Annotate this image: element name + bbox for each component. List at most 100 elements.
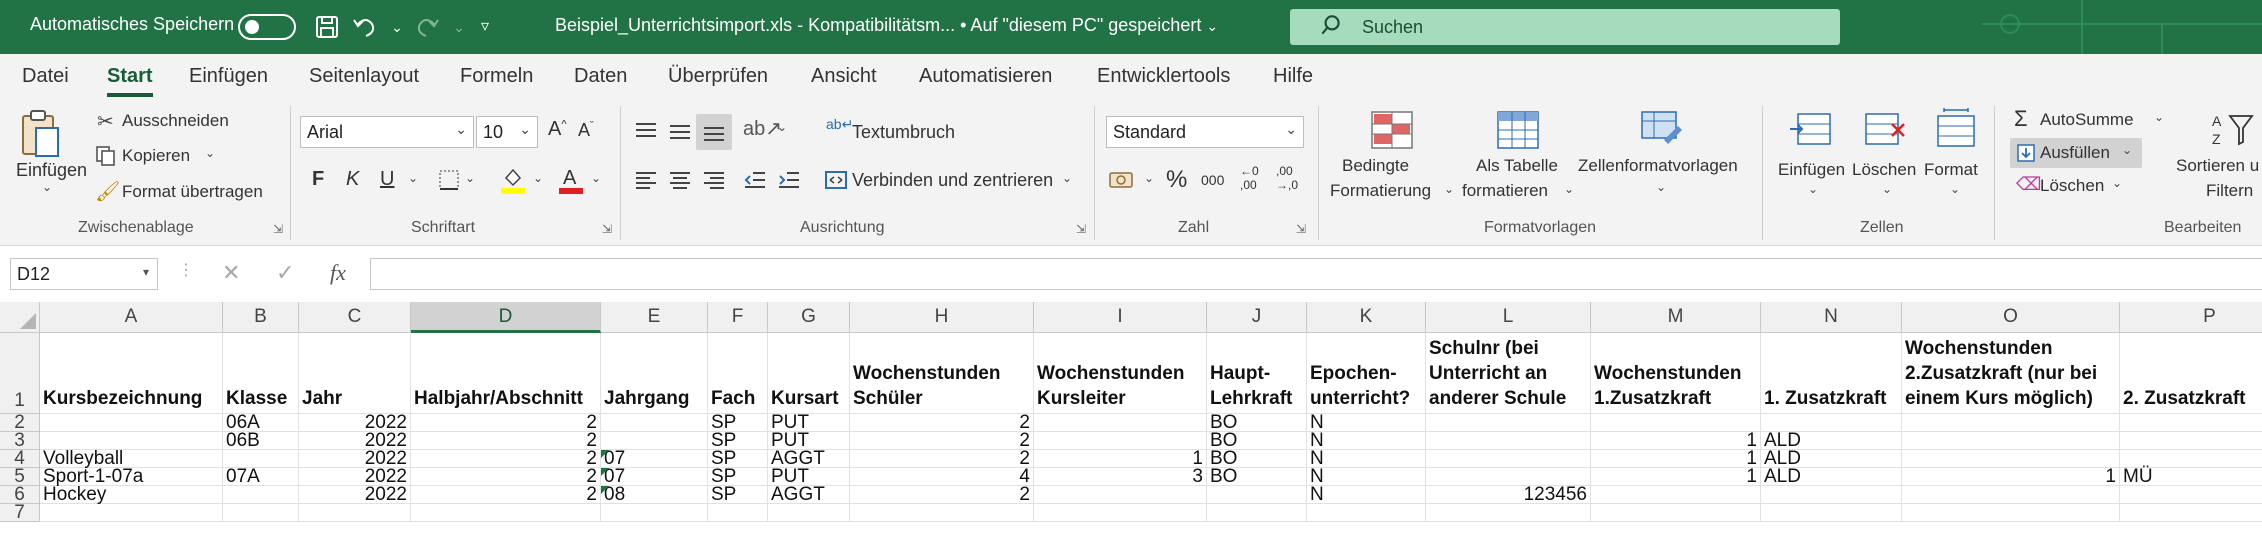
font-color-icon[interactable]: A	[558, 164, 584, 194]
format-as-table-icon[interactable]	[1496, 110, 1540, 150]
increase-decimal-icon[interactable]: ←0,00	[1240, 164, 1259, 192]
table-cell[interactable]: N	[1307, 449, 1426, 468]
table-cell[interactable]	[40, 414, 223, 432]
column-header-e[interactable]: E	[601, 302, 708, 333]
tab-entwicklertools[interactable]: Entwicklertools	[1097, 65, 1230, 88]
table-cell[interactable]: 2	[850, 413, 1034, 432]
insert-function-icon[interactable]: fx	[330, 260, 346, 286]
table-cell[interactable]	[601, 504, 708, 522]
table-cell[interactable]: 2	[850, 485, 1034, 504]
column-header-p[interactable]: P	[2120, 302, 2262, 333]
table-cell[interactable]	[1426, 450, 1591, 468]
table-cell[interactable]	[1902, 414, 2120, 432]
header-cell[interactable]: Wochenstunden Kursleiter	[1034, 333, 1207, 414]
paste-icon[interactable]	[20, 108, 60, 158]
align-bottom-icon[interactable]	[702, 120, 726, 144]
fill-color-icon[interactable]	[500, 164, 526, 194]
table-cell[interactable]	[1034, 432, 1207, 450]
table-cell[interactable]	[1034, 504, 1207, 522]
table-cell[interactable]	[1426, 432, 1591, 450]
table-cell[interactable]: 3	[1034, 467, 1207, 486]
cell-styles-icon[interactable]	[1640, 110, 1684, 150]
header-cell[interactable]: Halbjahr/Abschnitt	[411, 333, 601, 414]
table-cell[interactable]	[299, 504, 411, 522]
table-cell[interactable]: ALD	[1761, 467, 1902, 486]
undo-icon[interactable]	[350, 12, 380, 42]
table-cell[interactable]	[601, 414, 708, 432]
table-cell[interactable]: 1	[1902, 467, 2120, 486]
tab-daten[interactable]: Daten	[574, 65, 627, 88]
header-cell[interactable]: Kursart	[768, 333, 850, 414]
format-as-table-label-1[interactable]: Als Tabelle	[1476, 156, 1558, 176]
table-cell[interactable]	[40, 504, 223, 522]
table-cell[interactable]: 2	[850, 431, 1034, 450]
autosum-chevron-icon[interactable]: ⌄	[2154, 110, 2164, 124]
align-center-icon[interactable]	[668, 168, 692, 192]
table-cell[interactable]: 1	[1591, 467, 1761, 486]
table-cell[interactable]: AGGT	[768, 485, 850, 504]
table-cell[interactable]	[1426, 414, 1591, 432]
underline-button[interactable]: U	[380, 168, 394, 191]
clear-chevron-icon[interactable]: ⌄	[2112, 176, 2122, 190]
font-launcher-icon[interactable]: ⇲	[602, 222, 612, 236]
bold-button[interactable]: F	[312, 168, 324, 191]
table-cell[interactable]	[223, 486, 299, 504]
search-box[interactable]: Suchen	[1290, 9, 1840, 45]
delete-cells-label[interactable]: Löschen	[1852, 160, 1916, 180]
borders-icon[interactable]	[437, 168, 461, 192]
cell-styles-chevron-icon[interactable]: ⌄	[1656, 180, 1666, 194]
name-box[interactable]: D12 ▾	[10, 258, 158, 290]
table-cell[interactable]: N	[1307, 467, 1426, 486]
table-cell[interactable]: 1	[1591, 431, 1761, 450]
underline-chevron-icon[interactable]: ⌄	[408, 171, 418, 185]
header-cell[interactable]: 2. Zusatzkraft	[2120, 333, 2262, 414]
currency-icon[interactable]	[1108, 168, 1138, 192]
merge-chevron-icon[interactable]: ⌄	[1062, 171, 1072, 185]
number-launcher-icon[interactable]: ⇲	[1296, 222, 1306, 236]
format-painter-label[interactable]: Format übertragen	[122, 182, 263, 202]
table-cell[interactable]: 4	[850, 467, 1034, 486]
table-cell[interactable]: 1	[1591, 449, 1761, 468]
table-cell[interactable]	[411, 504, 601, 522]
table-cell[interactable]: 2	[411, 431, 601, 450]
paste-label[interactable]: Einfügen	[16, 160, 87, 181]
wrap-text-icon[interactable]: ab↵	[826, 116, 853, 133]
table-cell[interactable]	[1761, 486, 1902, 504]
format-cells-icon[interactable]	[1934, 106, 1978, 150]
align-middle-icon[interactable]	[668, 120, 692, 144]
table-cell[interactable]: 1	[1034, 449, 1207, 468]
merge-center-icon[interactable]	[824, 168, 848, 192]
column-header-k[interactable]: K	[1307, 302, 1426, 333]
select-all-button[interactable]	[0, 302, 40, 333]
table-cell[interactable]: 07A	[223, 467, 299, 486]
table-cell[interactable]	[768, 504, 850, 522]
cancel-icon[interactable]: ✕	[222, 260, 240, 286]
format-cells-chevron-icon[interactable]: ⌄	[1950, 182, 1960, 196]
orientation-chevron-icon[interactable]: ⌄	[777, 120, 787, 134]
table-cell[interactable]: N	[1307, 485, 1426, 504]
column-header-f[interactable]: F	[708, 302, 768, 333]
column-header-a[interactable]: A	[40, 302, 223, 333]
column-header-c[interactable]: C	[299, 302, 411, 333]
decrease-decimal-icon[interactable]: ,00 →,0	[1276, 164, 1298, 192]
decrease-font-icon[interactable]: Aˇ	[578, 120, 594, 141]
column-header-l[interactable]: L	[1426, 302, 1591, 333]
format-as-table-label-2[interactable]: formatieren	[1462, 181, 1548, 201]
column-header-i[interactable]: I	[1034, 302, 1207, 333]
table-cell[interactable]	[2120, 486, 2262, 504]
format-cells-label[interactable]: Format	[1924, 160, 1978, 180]
column-header-d[interactable]: D	[411, 302, 601, 333]
table-cell[interactable]	[1591, 486, 1761, 504]
header-cell[interactable]: Epochen-unterricht?	[1307, 333, 1426, 414]
table-cell[interactable]	[2120, 432, 2262, 450]
table-cell[interactable]	[708, 504, 768, 522]
copy-chevron-icon[interactable]: ⌄	[205, 146, 215, 160]
column-header-h[interactable]: H	[850, 302, 1034, 333]
sort-filter-label-1[interactable]: Sortieren u	[2176, 156, 2259, 176]
redo-icon[interactable]	[412, 12, 442, 42]
customize-icon[interactable]: ▿	[470, 12, 500, 42]
table-cell[interactable]: 2	[411, 485, 601, 504]
copy-icon[interactable]	[95, 145, 117, 167]
number-format-select[interactable]: Standard ⌄	[1106, 116, 1304, 148]
autosave-toggle[interactable]	[238, 14, 296, 40]
